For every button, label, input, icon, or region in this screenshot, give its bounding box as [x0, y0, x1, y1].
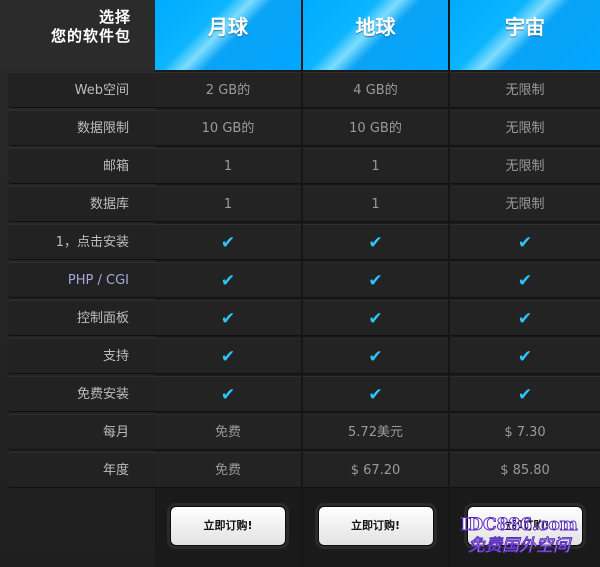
plan-column-universe: 宇宙 无限制 无限制 无限制 无限制 ✔ ✔ ✔ ✔ ✔ $ 7.30 $ 85…: [450, 0, 600, 567]
heading-line-1: 选择: [98, 8, 131, 26]
cell-email: 无限制: [450, 148, 600, 184]
check-icon: ✔: [450, 262, 600, 298]
check-icon: ✔: [155, 224, 301, 260]
feature-label-php-cgi: PHP / CGI: [8, 262, 155, 298]
cell-data-limit: 10 GB的: [155, 110, 301, 146]
plan-header-earth: 地球: [303, 0, 448, 70]
plan-column-moon: 月球 2 GB的 10 GB的 1 1 ✔ ✔ ✔ ✔ ✔ 免费 免费 立即订购…: [155, 0, 301, 567]
feature-label-monthly: 每月: [8, 414, 155, 450]
cell-data-limit: 10 GB的: [303, 110, 448, 146]
buy-now-button-universe[interactable]: 立即订购!: [467, 506, 583, 546]
check-icon: ✔: [155, 338, 301, 374]
cell-email: 1: [303, 148, 448, 184]
check-icon: ✔: [450, 338, 600, 374]
cell-yearly-price: $ 67.20: [303, 452, 448, 488]
buy-area: 立即订购!: [450, 498, 600, 558]
cell-monthly-price: $ 7.30: [450, 414, 600, 450]
feature-label-yearly: 年度: [8, 452, 155, 488]
check-icon: ✔: [303, 300, 448, 336]
feature-label-one-click-install: 1，点击安装: [8, 224, 155, 260]
check-icon: ✔: [155, 376, 301, 412]
check-icon: ✔: [303, 376, 448, 412]
buy-area: 立即订购!: [303, 498, 448, 558]
feature-label-support: 支持: [8, 338, 155, 374]
feature-label-control-panel: 控制面板: [8, 300, 155, 336]
cell-database: 1: [155, 186, 301, 222]
check-icon: ✔: [303, 338, 448, 374]
buy-area: 立即订购!: [155, 498, 301, 558]
buy-now-button-earth[interactable]: 立即订购!: [317, 506, 434, 546]
choose-package-heading: 选择 您的软件包: [0, 0, 155, 70]
cell-monthly-price: 免费: [155, 414, 301, 450]
check-icon: ✔: [450, 376, 600, 412]
check-icon: ✔: [450, 300, 600, 336]
cell-yearly-price: $ 85.80: [450, 452, 600, 488]
cell-web-space: 无限制: [450, 72, 600, 108]
cell-data-limit: 无限制: [450, 110, 600, 146]
pricing-table: 选择 您的软件包 Web空间 数据限制 邮箱 数据库 1，点击安装 PHP / …: [0, 0, 600, 567]
feature-label-database: 数据库: [8, 186, 155, 222]
plan-header-universe: 宇宙: [450, 0, 600, 70]
cell-email: 1: [155, 148, 301, 184]
feature-label-column: 选择 您的软件包 Web空间 数据限制 邮箱 数据库 1，点击安装 PHP / …: [0, 0, 155, 567]
check-icon: ✔: [450, 224, 600, 260]
check-icon: ✔: [155, 300, 301, 336]
feature-label-free-install: 免费安装: [8, 376, 155, 412]
check-icon: ✔: [155, 262, 301, 298]
check-icon: ✔: [303, 262, 448, 298]
feature-label-email: 邮箱: [8, 148, 155, 184]
cell-web-space: 4 GB的: [303, 72, 448, 108]
heading-line-2: 您的软件包: [50, 27, 131, 45]
cell-yearly-price: 免费: [155, 452, 301, 488]
plan-column-earth: 地球 4 GB的 10 GB的 1 1 ✔ ✔ ✔ ✔ ✔ 5.72美元 $ 6…: [303, 0, 448, 567]
cell-monthly-price: 5.72美元: [303, 414, 448, 450]
feature-label-web-space: Web空间: [8, 72, 155, 108]
feature-label-data-limit: 数据限制: [8, 110, 155, 146]
check-icon: ✔: [303, 224, 448, 260]
plan-header-moon: 月球: [155, 0, 301, 70]
cell-web-space: 2 GB的: [155, 72, 301, 108]
cell-database: 1: [303, 186, 448, 222]
cell-database: 无限制: [450, 186, 600, 222]
buy-now-button-moon[interactable]: 立即订购!: [170, 506, 286, 546]
